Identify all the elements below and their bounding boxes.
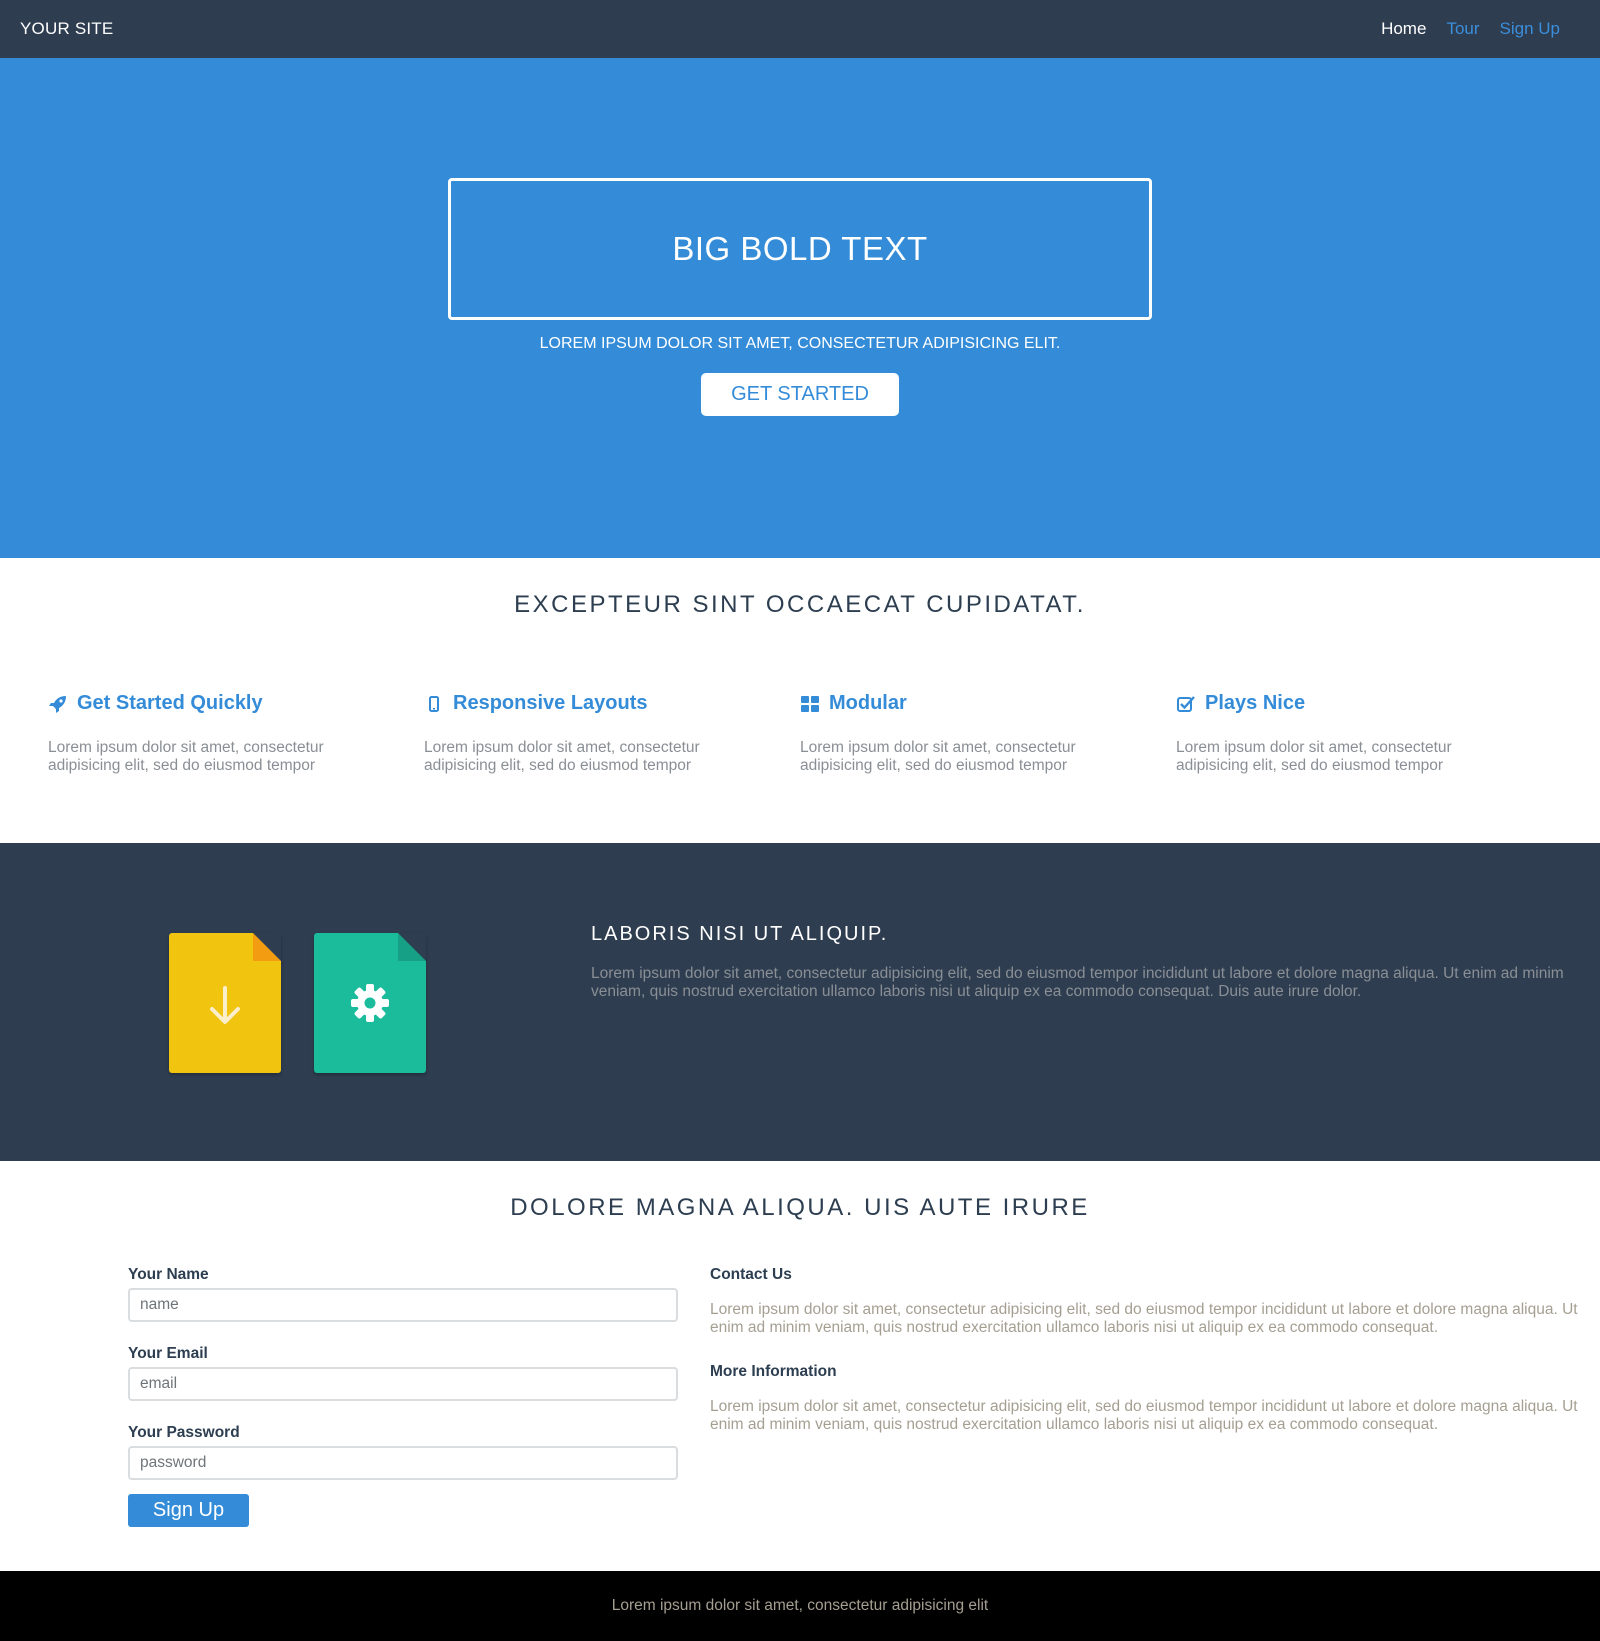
hero-title-box: BIG BOLD TEXT <box>448 178 1152 320</box>
name-field[interactable] <box>128 1288 678 1322</box>
feature-heading: Get Started Quickly <box>48 692 424 715</box>
navbar: YOUR SITE Home Tour Sign Up <box>0 0 1600 58</box>
info-text: Lorem ipsum dolor sit amet, consectetur … <box>591 965 1564 1000</box>
nav-link-home[interactable]: Home <box>1381 19 1426 39</box>
signup-form: Your Name Your Email Your Password Sign … <box>128 1266 678 1527</box>
email-label: Your Email <box>128 1345 208 1362</box>
contact-text: Lorem ipsum dolor sit amet, consectetur … <box>710 1301 1578 1336</box>
feature-item: Responsive Layouts Lorem ipsum dolor sit… <box>424 692 800 775</box>
feature-text: Lorem ipsum dolor sit amet, consectetur … <box>424 739 700 774</box>
contact-info: Contact Us Lorem ipsum dolor sit amet, c… <box>710 1266 1600 1460</box>
features-title: EXCEPTEUR SINT OCCAECAT CUPIDATAT. <box>514 591 1086 618</box>
signup-title: DOLORE MAGNA ALIQUA. UIS AUTE IRURE <box>510 1194 1090 1221</box>
password-label: Your Password <box>128 1424 240 1441</box>
info-title: LABORIS NISI UT ALIQUIP. <box>591 923 889 945</box>
feature-title: Responsive Layouts <box>453 692 648 714</box>
nav-link-tour[interactable]: Tour <box>1446 19 1479 39</box>
info-section: LABORIS NISI UT ALIQUIP. Lorem ipsum dol… <box>0 843 1600 1161</box>
nav-link-sign-up[interactable]: Sign Up <box>1500 19 1560 39</box>
feature-list: Get Started Quickly Lorem ipsum dolor si… <box>48 692 1552 775</box>
email-field[interactable] <box>128 1367 678 1401</box>
feature-text: Lorem ipsum dolor sit amet, consectetur … <box>48 739 324 774</box>
site-brand[interactable]: YOUR SITE <box>20 19 113 39</box>
feature-title: Modular <box>829 692 907 714</box>
feature-text: Lorem ipsum dolor sit amet, consectetur … <box>800 739 1076 774</box>
hero-section: BIG BOLD TEXT LOREM IPSUM DOLOR SIT AMET… <box>0 58 1600 558</box>
feature-heading: Plays Nice <box>1176 692 1552 715</box>
sign-up-button[interactable]: Sign Up <box>128 1494 249 1527</box>
contact-title: Contact Us <box>710 1266 792 1283</box>
checkbox-icon <box>1176 694 1196 714</box>
mobile-icon <box>424 694 444 714</box>
more-info-text: Lorem ipsum dolor sit amet, consectetur … <box>710 1398 1578 1433</box>
feature-item: Get Started Quickly Lorem ipsum dolor si… <box>48 692 424 775</box>
feature-title: Get Started Quickly <box>77 692 263 714</box>
hero-subtitle: LOREM IPSUM DOLOR SIT AMET, CONSECTETUR … <box>539 335 1061 352</box>
footer: Lorem ipsum dolor sit amet, consectetur … <box>0 1571 1600 1641</box>
hero-title: BIG BOLD TEXT <box>672 230 928 267</box>
signup-section: DOLORE MAGNA ALIQUA. UIS AUTE IRURE Your… <box>0 1161 1600 1571</box>
password-field[interactable] <box>128 1446 678 1480</box>
features-section: EXCEPTEUR SINT OCCAECAT CUPIDATAT. Get S… <box>0 558 1600 843</box>
feature-heading: Responsive Layouts <box>424 692 800 715</box>
grid-icon <box>800 694 820 714</box>
rocket-icon <box>48 694 68 714</box>
name-label: Your Name <box>128 1266 209 1283</box>
settings-file-icon <box>314 933 426 1073</box>
footer-text: Lorem ipsum dolor sit amet, consectetur … <box>611 1597 989 1614</box>
more-info-title: More Information <box>710 1363 837 1380</box>
feature-item: Plays Nice Lorem ipsum dolor sit amet, c… <box>1176 692 1552 775</box>
feature-title: Plays Nice <box>1205 692 1306 714</box>
feature-item: Modular Lorem ipsum dolor sit amet, cons… <box>800 692 1176 775</box>
get-started-button[interactable]: GET STARTED <box>701 373 899 416</box>
nav-links: Home Tour Sign Up <box>1381 19 1560 39</box>
feature-text: Lorem ipsum dolor sit amet, consectetur … <box>1176 739 1452 774</box>
download-file-icon <box>169 933 281 1073</box>
feature-heading: Modular <box>800 692 1176 715</box>
